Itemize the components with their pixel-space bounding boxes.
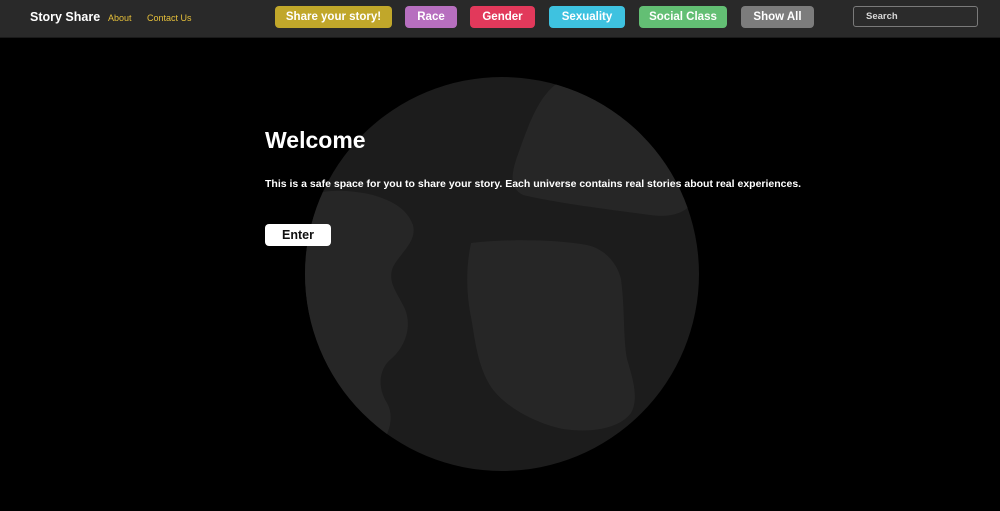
nav-link-contact[interactable]: Contact Us [147, 13, 192, 23]
category-sexuality-button[interactable]: Sexuality [549, 6, 625, 28]
category-gender-button[interactable]: Gender [470, 6, 535, 28]
page-title: Welcome [265, 127, 366, 153]
show-all-button[interactable]: Show All [741, 6, 814, 28]
category-race-button[interactable]: Race [405, 6, 457, 28]
share-story-button[interactable]: Share your story! [275, 6, 392, 28]
enter-button[interactable]: Enter [265, 224, 331, 246]
welcome-description: This is a safe space for you to share yo… [265, 178, 802, 190]
top-navbar: Story Share About Contact Us Share your … [0, 0, 1000, 38]
nav-link-about[interactable]: About [108, 13, 132, 23]
search-input[interactable] [853, 6, 978, 27]
category-social-class-button[interactable]: Social Class [639, 6, 727, 28]
brand-logo[interactable]: Story Share [30, 10, 100, 24]
